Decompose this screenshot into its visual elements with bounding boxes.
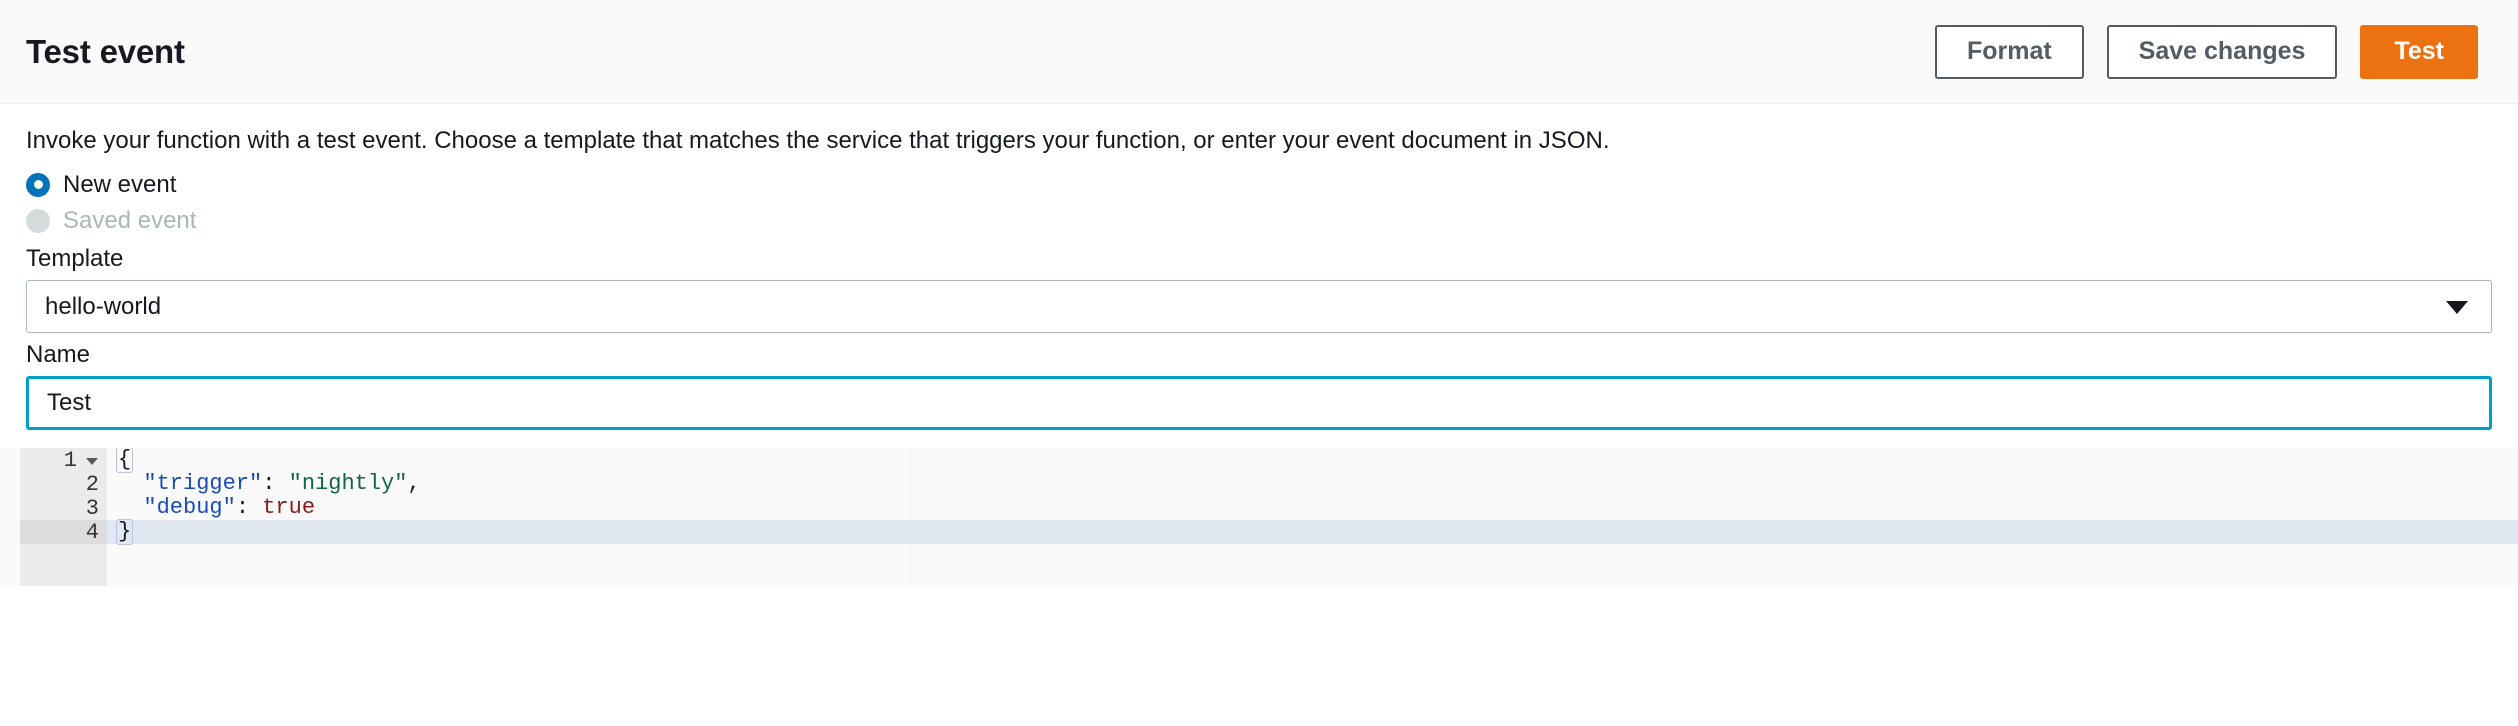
code-token: ,	[407, 471, 421, 496]
template-select[interactable]: hello-world	[26, 280, 2492, 333]
code-token: "nightly"	[288, 471, 408, 496]
gutter-line-1[interactable]: 1	[20, 448, 107, 473]
code-line-1[interactable]: {	[107, 448, 2518, 473]
panel-body: Invoke your function with a test event. …	[0, 104, 2518, 586]
radio-unselected-disabled-icon	[26, 208, 50, 233]
gutter-line-number: 2	[85, 471, 99, 497]
gutter-line-number: 3	[85, 495, 99, 521]
page-title: Test event	[26, 33, 185, 70]
description-text: Invoke your function with a test event. …	[26, 127, 1610, 154]
name-label: Name	[26, 341, 91, 368]
code-line-4[interactable]: }	[107, 519, 2518, 545]
code-token: }	[116, 519, 134, 545]
template-label: Template	[26, 245, 124, 272]
code-token: :	[262, 471, 289, 496]
code-line-2[interactable]: "trigger": "nightly",	[107, 472, 2518, 496]
editor-code-area[interactable]: { "trigger": "nightly", "debug": true }	[107, 448, 2518, 586]
radio-saved-event-label: Saved event	[63, 206, 197, 234]
code-token: {	[116, 448, 134, 473]
code-token: "trigger"	[143, 471, 263, 496]
header-actions: Format Save changes Test	[1934, 24, 2478, 79]
template-select-value: hello-world	[45, 292, 162, 320]
gutter-line-3[interactable]: 3	[20, 495, 107, 521]
code-token: true	[262, 495, 316, 520]
gutter-line-2[interactable]: 2	[20, 471, 107, 497]
name-input-value: Test	[47, 389, 92, 416]
save-changes-button[interactable]: Save changes	[2106, 24, 2338, 79]
radio-saved-event[interactable]: Saved event	[26, 204, 2492, 237]
radio-new-event-label: New event	[63, 170, 177, 198]
gutter-line-4[interactable]: 4	[20, 519, 107, 545]
fold-toggle-icon[interactable]	[86, 458, 98, 465]
radio-selected-icon	[26, 172, 50, 197]
test-button[interactable]: Test	[2360, 24, 2478, 79]
json-code-editor[interactable]: 1 2 3 4 { "trigger": "nightly" , "debug"…	[0, 448, 2518, 586]
editor-gutter[interactable]: 1 2 3 4	[20, 448, 107, 586]
radio-new-event[interactable]: New event	[26, 168, 2492, 201]
event-source-radio-group: New event Saved event	[26, 168, 2492, 237]
name-input[interactable]: Test	[26, 376, 2492, 430]
format-button[interactable]: Format	[1934, 24, 2084, 79]
code-line-3[interactable]: "debug": true	[107, 496, 2518, 520]
gutter-line-number: 4	[85, 519, 99, 545]
gutter-line-number: 1	[63, 448, 77, 473]
panel-header: Test event Format Save changes Test	[0, 0, 2518, 104]
chevron-down-icon	[2446, 300, 2468, 314]
code-token: "debug"	[143, 495, 236, 520]
code-token: :	[235, 495, 263, 520]
